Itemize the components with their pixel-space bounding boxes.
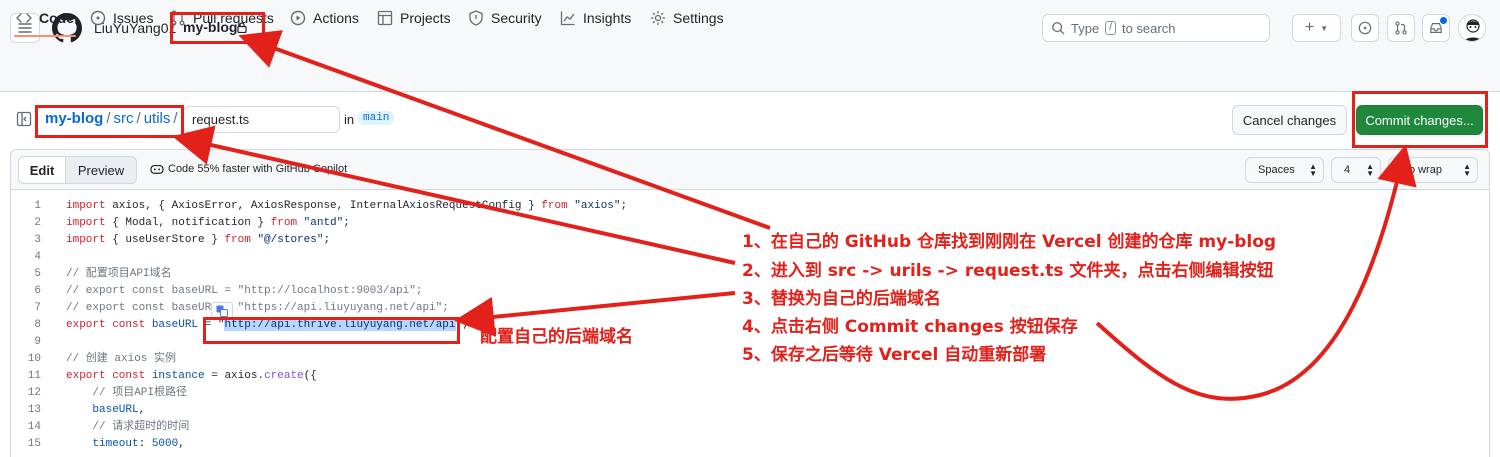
annotation-step-3: 3、替换为自己的后端域名 <box>742 289 941 309</box>
arrow-to-baseurl <box>454 291 736 337</box>
annotation-step-2: 2、进入到 src -> urils -> request.ts 文件夹，点击右… <box>742 261 1274 281</box>
arrow-to-repo <box>238 30 771 230</box>
annotation-step-1: 1、在自己的 GitHub 仓库找到刚刚在 Vercel 创建的仓库 my-bl… <box>742 232 1277 252</box>
annotation-baseurl-note: 配置自己的后端域名 <box>480 327 633 347</box>
annotation-step-5: 5、保存之后等待 Vercel 自动重新部署 <box>742 345 1047 365</box>
annotation-step-4: 4、点击右侧 Commit changes 按钮保存 <box>742 317 1078 337</box>
arrow-to-breadcrumb <box>172 125 736 265</box>
